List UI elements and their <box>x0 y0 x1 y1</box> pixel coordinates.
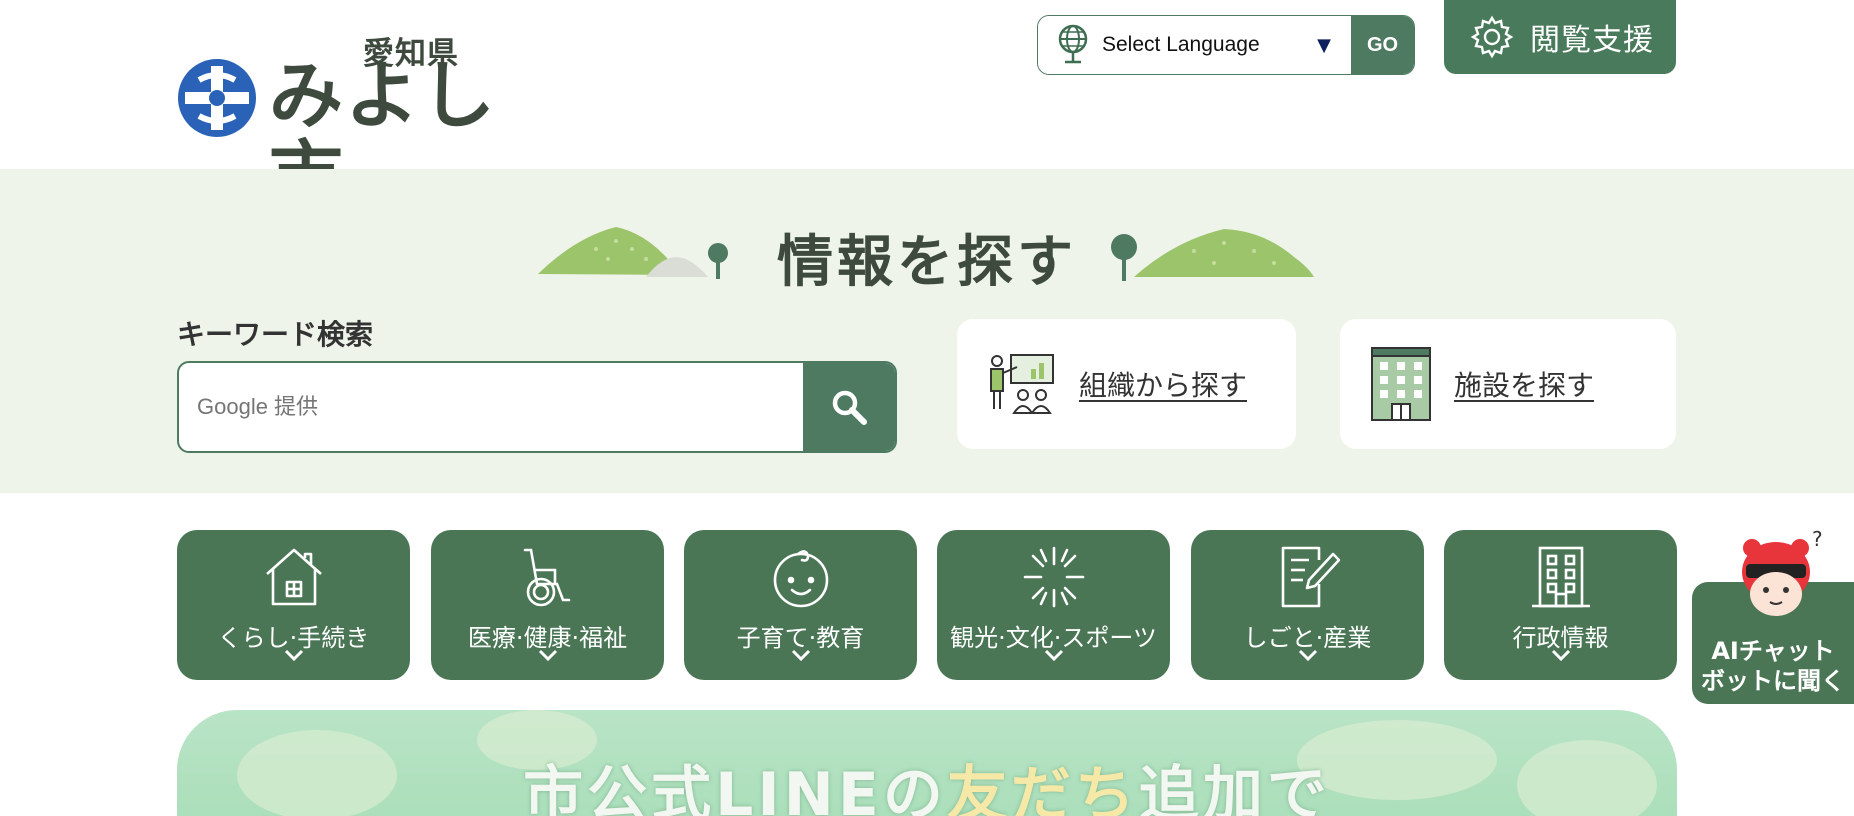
caret-down-icon: ▼ <box>1317 35 1331 56</box>
reading-assist-label: 閲覧支援 <box>1530 23 1654 58</box>
category-medical[interactable]: 医療·健康·福祉 <box>431 530 664 680</box>
keyword-search-label: キーワード検索 <box>177 318 374 351</box>
search-submit-button[interactable] <box>803 363 895 451</box>
facility-building-icon <box>1371 347 1431 421</box>
find-by-organization-label: 組織から探す <box>1079 369 1248 402</box>
section-title: 情報を探す <box>777 230 1077 295</box>
globe-icon <box>1058 24 1088 64</box>
city-emblem-icon <box>178 59 256 137</box>
line-friend-banner[interactable]: 市公式LINEの友だち追加で <box>177 710 1677 816</box>
house-icon <box>265 548 322 606</box>
keyword-search-input[interactable] <box>179 363 803 451</box>
document-pen-icon <box>1281 546 1340 608</box>
find-facility-label: 施設を探す <box>1454 369 1595 402</box>
chevron-down-icon <box>1044 649 1063 662</box>
language-selector: Select Language ▼ GO <box>1037 15 1415 75</box>
chevron-down-icon <box>284 649 303 662</box>
reading-assist-button[interactable]: 閲覧支援 <box>1444 0 1676 74</box>
language-selected-value: Select Language <box>1102 33 1260 56</box>
keyword-search-box <box>177 361 897 453</box>
wheelchair-icon <box>523 548 570 607</box>
language-select[interactable]: Select Language ▼ <box>1038 16 1351 74</box>
category-work[interactable]: しごと·産業 <box>1191 530 1424 680</box>
site-header: 愛知県 みよし市 <box>0 0 1854 216</box>
category-administration[interactable]: 行政情報 <box>1444 530 1677 680</box>
language-go-button[interactable]: GO <box>1351 16 1414 74</box>
search-icon <box>832 390 867 425</box>
baby-face-icon <box>773 550 828 608</box>
presentation-people-icon <box>990 354 1054 414</box>
find-by-organization-link[interactable]: 組織から探す <box>957 319 1296 449</box>
search-section: 情報を探す キーワード検索 Google 提供 組織から探す 施設を探す <box>0 169 1854 493</box>
chatbot-label: AIチャット ボットに聞く <box>1701 637 1845 695</box>
category-tourism[interactable]: 観光·文化·スポーツ <box>937 530 1170 680</box>
gear-icon <box>1470 15 1514 59</box>
banner-headline: 市公式LINEの友だち追加で <box>523 760 1331 816</box>
firework-icon <box>1023 546 1084 608</box>
hills-decoration-icon <box>1111 229 1314 281</box>
category-living[interactable]: くらし·手続き <box>177 530 410 680</box>
mascot-character-icon: ? <box>1742 528 1823 616</box>
chevron-down-icon <box>538 649 557 662</box>
site-logo[interactable]: 愛知県 みよし市 <box>177 26 557 216</box>
category-childcare[interactable]: 子育て·教育 <box>684 530 917 680</box>
page: 愛知県 みよし市 <box>0 0 1854 816</box>
find-facility-link[interactable]: 施設を探す <box>1340 319 1676 449</box>
chevron-down-icon <box>1298 649 1317 662</box>
chevron-down-icon <box>1551 649 1570 662</box>
building-icon <box>1531 546 1590 608</box>
svg-text:?: ? <box>1812 528 1823 551</box>
chevron-down-icon <box>791 649 810 662</box>
category-menu: くらし·手続き 医療·健康·福祉 子育て·教育 観光·文化·スポーツ しごと·産… <box>177 530 1677 680</box>
